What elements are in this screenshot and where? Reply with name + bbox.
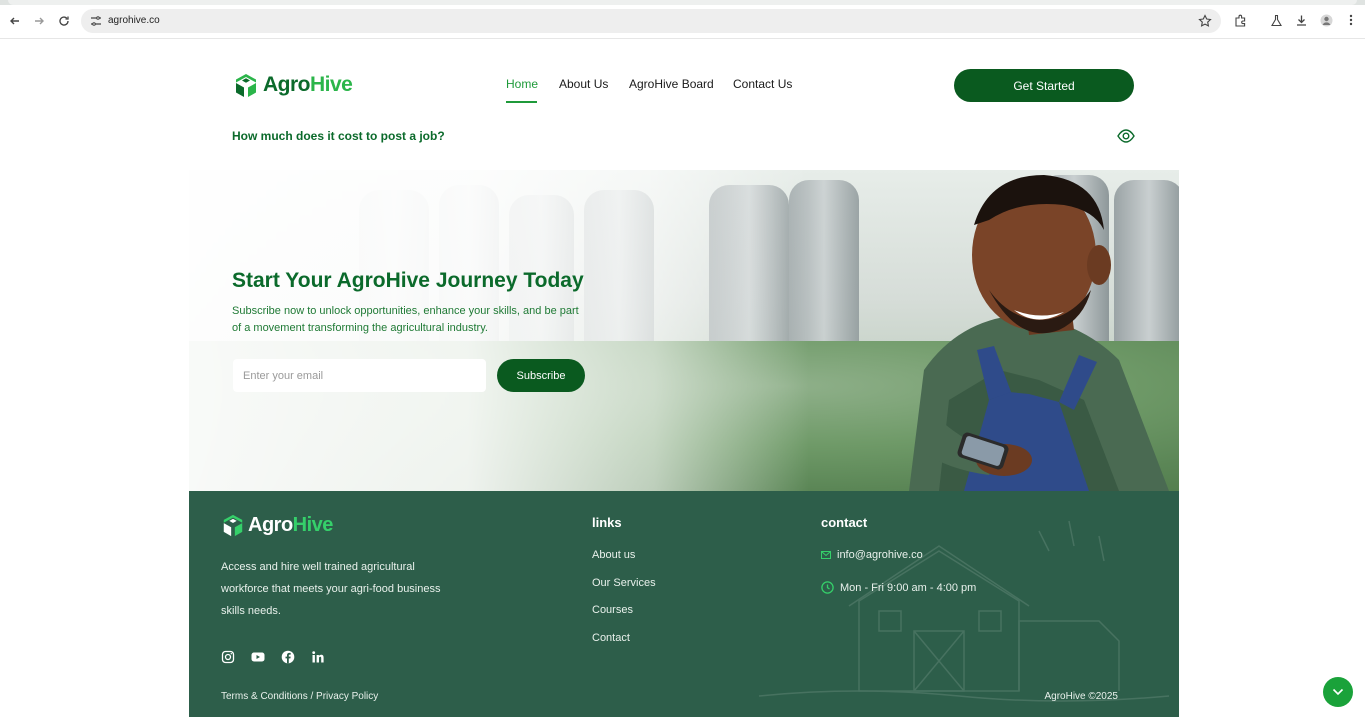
mail-icon bbox=[821, 551, 831, 559]
nav-contact-us[interactable]: Contact Us bbox=[733, 77, 792, 91]
nav-active-indicator bbox=[506, 101, 537, 103]
active-tab[interactable] bbox=[8, 0, 1357, 5]
facebook-icon[interactable] bbox=[281, 650, 295, 664]
agrohive-logo-icon bbox=[236, 74, 256, 97]
more-menu-icon[interactable] bbox=[1343, 12, 1359, 28]
tab-strip bbox=[0, 0, 1365, 5]
farmer-with-phone-image bbox=[909, 175, 1169, 491]
browser-toolbar: agrohive.co bbox=[0, 0, 1365, 39]
footer-link-contact[interactable]: Contact bbox=[592, 632, 630, 644]
profile-avatar-icon[interactable] bbox=[1318, 12, 1334, 28]
footer-link-courses[interactable]: Courses bbox=[592, 604, 633, 616]
nav-about-us[interactable]: About Us bbox=[559, 77, 608, 91]
footer-logo-text: AgroHive bbox=[248, 513, 333, 536]
footer-logo[interactable]: AgroHive bbox=[221, 513, 333, 537]
download-icon[interactable] bbox=[1293, 12, 1309, 28]
footer-link-our-services[interactable]: Our Services bbox=[592, 577, 656, 589]
email-input[interactable] bbox=[233, 359, 486, 392]
contact-email-row[interactable]: info@agrohive.co bbox=[821, 549, 923, 561]
reload-icon[interactable] bbox=[56, 13, 72, 29]
contact-hours-row: Mon - Fri 9:00 am - 4:00 pm bbox=[821, 581, 976, 594]
labs-flask-icon[interactable] bbox=[1268, 12, 1284, 28]
logo-text: AgroHive bbox=[263, 73, 353, 96]
clock-icon bbox=[821, 581, 834, 594]
scroll-down-button[interactable] bbox=[1323, 677, 1353, 707]
site-info-icon[interactable] bbox=[90, 15, 102, 27]
url-text[interactable]: agrohive.co bbox=[108, 15, 160, 26]
address-bar[interactable]: agrohive.co bbox=[81, 9, 1221, 33]
site-footer: AgroHive Access and hire well trained ag… bbox=[189, 491, 1179, 717]
bookmark-star-icon[interactable] bbox=[1198, 14, 1212, 28]
footer-link-about-us[interactable]: About us bbox=[592, 549, 635, 561]
barn-sketch-illustration bbox=[758, 520, 1170, 702]
eye-icon[interactable] bbox=[1117, 128, 1135, 144]
links-heading: links bbox=[592, 515, 622, 530]
contact-heading: contact bbox=[821, 515, 868, 530]
hero-subtitle: Subscribe now to unlock opportunities, e… bbox=[232, 305, 579, 334]
extensions-icon[interactable] bbox=[1232, 12, 1248, 28]
nav-home[interactable]: Home bbox=[506, 77, 538, 91]
nav-agrohive-board[interactable]: AgroHive Board bbox=[629, 77, 714, 91]
instagram-icon[interactable] bbox=[221, 650, 235, 664]
footer-logo-icon bbox=[223, 514, 243, 537]
footer-description: Access and hire well trained agricultura… bbox=[221, 561, 441, 617]
hero-title: Start Your AgroHive Journey Today bbox=[232, 269, 584, 292]
subscribe-button[interactable]: Subscribe bbox=[497, 359, 585, 392]
copyright-text: AgroHive ©2025 bbox=[1044, 691, 1118, 702]
faq-question[interactable]: How much does it cost to post a job? bbox=[232, 129, 445, 143]
back-icon[interactable] bbox=[7, 13, 23, 29]
chevron-down-icon bbox=[1332, 688, 1344, 696]
linkedin-icon[interactable] bbox=[311, 650, 325, 664]
agrohive-logo[interactable]: AgroHive bbox=[233, 72, 353, 98]
contact-hours: Mon - Fri 9:00 am - 4:00 pm bbox=[840, 581, 977, 594]
terms-privacy-link[interactable]: Terms & Conditions / Privacy Policy bbox=[221, 691, 378, 702]
get-started-button[interactable]: Get Started bbox=[954, 69, 1134, 102]
forward-icon[interactable] bbox=[31, 13, 47, 29]
youtube-icon[interactable] bbox=[251, 650, 265, 664]
contact-email[interactable]: info@agrohive.co bbox=[837, 549, 923, 561]
